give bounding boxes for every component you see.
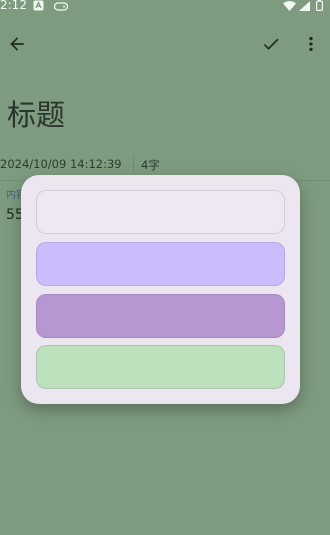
app-bar	[0, 24, 330, 64]
meta-separator	[133, 157, 134, 171]
color-option-light-lavender[interactable]	[36, 190, 285, 234]
save-button[interactable]	[257, 30, 285, 58]
back-button[interactable]	[3, 30, 31, 58]
battery-icon	[316, 0, 324, 14]
arrow-back-icon	[10, 37, 24, 51]
status-time: 2:12	[0, 0, 27, 12]
color-option-lilac[interactable]	[36, 294, 285, 338]
check-icon	[263, 38, 279, 50]
notification-game-icon	[53, 0, 69, 14]
more-options-button[interactable]	[297, 30, 325, 58]
note-date: 2024/10/09 14:12:39	[0, 157, 122, 171]
color-picker-dialog	[21, 175, 300, 404]
notification-a-icon	[33, 0, 44, 14]
wifi-icon	[283, 0, 296, 14]
note-title[interactable]: 标题	[7, 92, 65, 134]
status-bar: 2:12	[0, 0, 330, 14]
word-count: 4字	[141, 158, 160, 172]
more-vert-icon	[309, 36, 313, 52]
color-option-periwinkle[interactable]	[36, 242, 285, 286]
signal-icon	[299, 0, 310, 14]
color-option-mint[interactable]	[36, 345, 285, 389]
